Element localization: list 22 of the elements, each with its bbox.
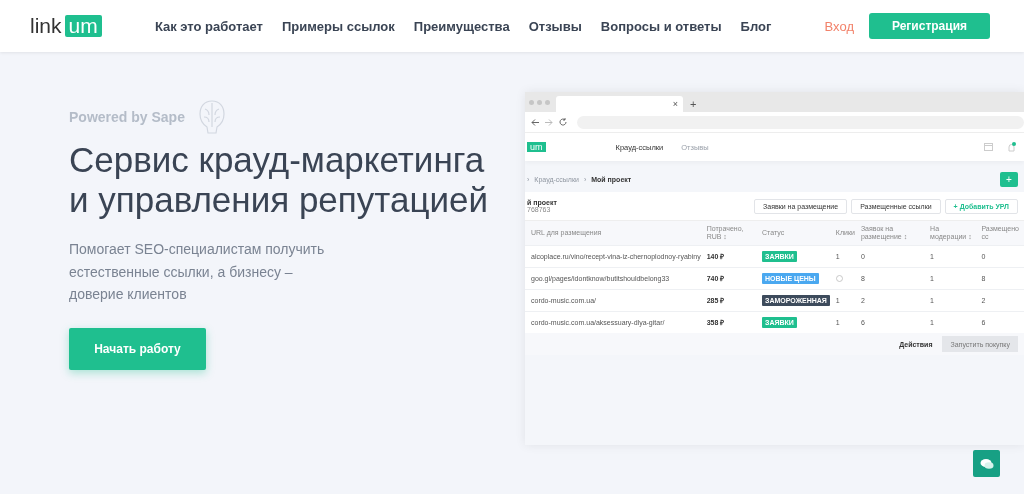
logo[interactable]: link um	[30, 14, 102, 38]
hero-subtitle: Помогает SEO-специалистам получить естественные ссылки, а бизнесу – доверие клиентов	[69, 240, 326, 304]
calendar-icon[interactable]	[984, 143, 993, 151]
hero-title: Сервис крауд-маркетинга и управления репутацией	[69, 140, 489, 220]
reload-icon[interactable]	[559, 118, 567, 126]
bell-icon[interactable]	[1007, 141, 1016, 153]
chat-icon	[979, 457, 994, 470]
window-dots-icon	[529, 99, 550, 105]
powered-by-text: Powered by Sape	[69, 109, 185, 125]
back-icon[interactable]	[531, 118, 539, 126]
nav-link[interactable]: Примеры ссылок	[281, 18, 395, 34]
nav-link[interactable]: Блог	[740, 18, 772, 34]
nav-link[interactable]: Отзывы	[528, 18, 582, 34]
new-tab-button[interactable]: +	[690, 98, 697, 110]
tab-close-button[interactable]: ×	[672, 99, 678, 109]
brain-head-icon	[198, 100, 225, 134]
nav-link[interactable]: Как это работает	[154, 18, 263, 34]
nav-link[interactable]: Вопросы и ответы	[600, 18, 722, 34]
forward-icon[interactable]	[545, 118, 553, 126]
browser-tab[interactable]: ×	[556, 96, 683, 112]
chat-button[interactable]	[973, 450, 1000, 477]
nav-link[interactable]: Преимущества	[413, 18, 510, 34]
